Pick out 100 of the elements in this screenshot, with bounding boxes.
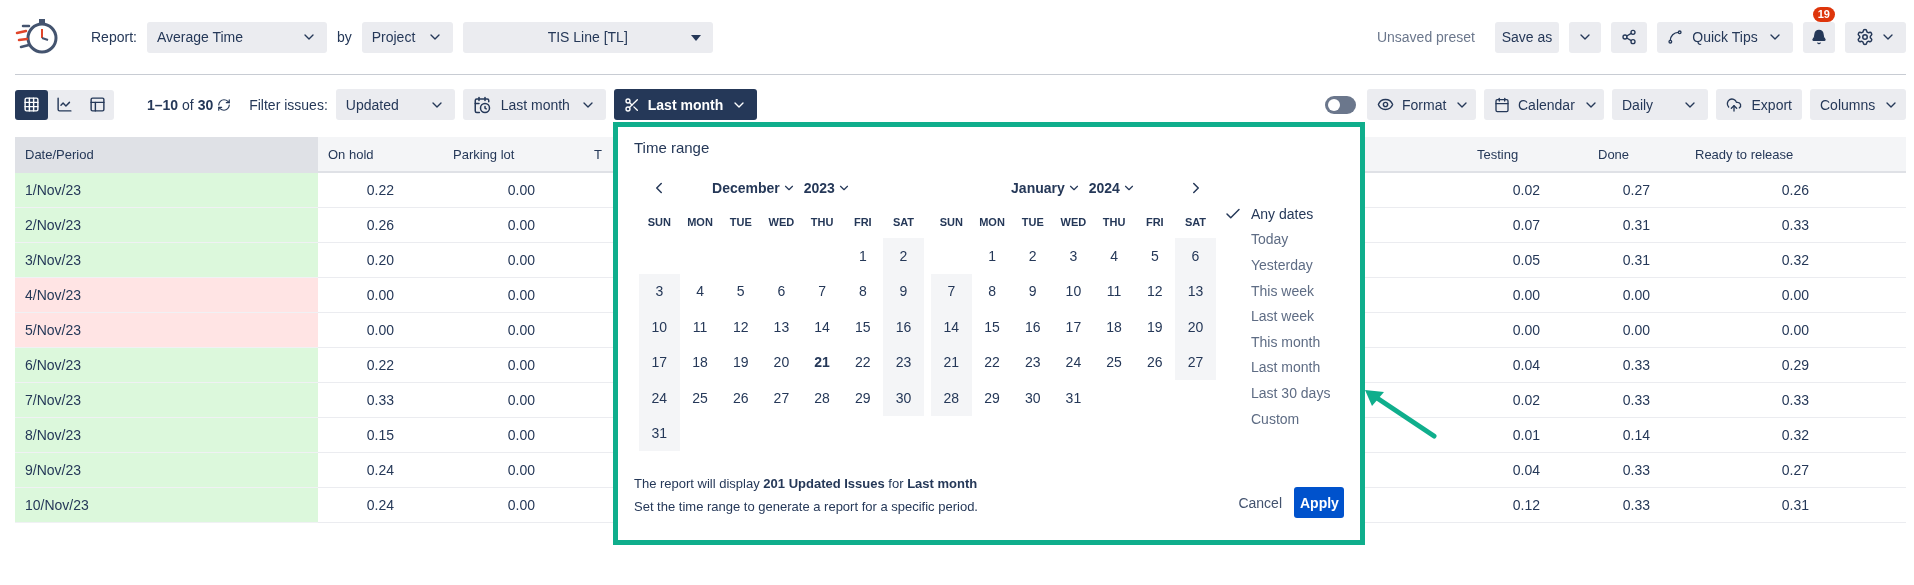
calendar-day[interactable]: 5	[720, 273, 762, 309]
calendar-day[interactable]: 8	[842, 273, 884, 309]
view-button[interactable]	[15, 89, 48, 120]
year-selector[interactable]: 2023	[803, 180, 851, 196]
refresh-icon[interactable]	[217, 97, 232, 112]
calendar-day[interactable]: 13	[761, 309, 802, 345]
calendar-day[interactable]: 22	[842, 344, 884, 380]
toggle-switch[interactable]	[1325, 95, 1356, 114]
calendar-day[interactable]: 12	[1134, 273, 1176, 309]
calendar-day[interactable]: 26	[1134, 344, 1176, 380]
calendar-day[interactable]: 14	[801, 309, 843, 345]
calendar-day[interactable]: 20	[761, 344, 802, 380]
preset-option[interactable]: Yesterday	[1224, 252, 1331, 278]
calendar-day[interactable]: 28	[801, 380, 843, 416]
calendar-day[interactable]: 24	[639, 380, 680, 416]
preset-option[interactable]: Any dates	[1224, 201, 1331, 227]
calendar-day[interactable]: 4	[679, 273, 721, 309]
month-selector[interactable]: December	[712, 180, 796, 196]
table-cell: 0.00	[1685, 278, 1906, 313]
calendar-day[interactable]: 13	[1175, 273, 1216, 309]
date-filter-dropdown[interactable]: Last month	[462, 89, 606, 120]
preset-option[interactable]: Today	[1224, 226, 1331, 253]
calendar-day[interactable]: 30	[883, 380, 924, 416]
calendar-day[interactable]: 25	[679, 380, 721, 416]
calendar-day[interactable]: 1	[971, 238, 1013, 274]
month-selector[interactable]: January	[1011, 180, 1081, 196]
preset-option[interactable]: Last month	[1224, 354, 1331, 381]
calendar-day[interactable]: 17	[1053, 309, 1094, 345]
preset-option[interactable]: This month	[1224, 328, 1331, 355]
calendar-day[interactable]: 23	[1012, 344, 1054, 380]
group-by-dropdown[interactable]: Project	[361, 21, 453, 53]
report-type-dropdown[interactable]: Average Time	[146, 21, 327, 53]
export-button[interactable]: Export	[1716, 89, 1802, 120]
calendar-day[interactable]: 5	[1134, 238, 1176, 274]
preset-option[interactable]: This week	[1224, 277, 1331, 304]
calendar-day[interactable]: 6	[761, 273, 802, 309]
interval-dropdown[interactable]: Daily	[1612, 89, 1708, 120]
calendar-day[interactable]: 28	[931, 380, 972, 416]
format-button[interactable]: Format	[1367, 89, 1476, 120]
settings-button[interactable]	[1845, 21, 1906, 53]
table-cell: 0.32	[1685, 418, 1906, 453]
calendar-day[interactable]: 19	[1134, 309, 1176, 345]
calendar-day[interactable]: 10	[639, 309, 680, 345]
calendar-day[interactable]: 18	[1093, 309, 1135, 345]
calendar-day[interactable]: 25	[1093, 344, 1135, 380]
year-selector[interactable]: 2024	[1088, 180, 1136, 196]
calendar-day[interactable]: 3	[639, 273, 680, 309]
apply-button[interactable]: Apply	[1294, 487, 1344, 518]
calendar-day[interactable]: 22	[971, 344, 1013, 380]
calendar-day[interactable]: 29	[842, 380, 884, 416]
calendar-day[interactable]: 19	[720, 344, 762, 380]
calendar-day[interactable]: 26	[720, 380, 762, 416]
filter-dropdown[interactable]: Updated	[335, 89, 455, 120]
calendar-day[interactable]: 3	[1053, 238, 1094, 274]
calendar-day[interactable]: 9	[883, 273, 924, 309]
quick-tips-button[interactable]: Quick Tips	[1657, 21, 1793, 53]
calendar-day[interactable]: 2	[1012, 238, 1054, 274]
calendar-day[interactable]: 17	[639, 344, 680, 380]
scope-dropdown[interactable]: TIS Line [TL]	[462, 21, 713, 53]
calendar-day[interactable]: 2	[883, 238, 924, 274]
save-as-button[interactable]: Save as	[1495, 21, 1559, 53]
calendar-dropdown[interactable]: Calendar	[1484, 89, 1604, 120]
calendar-day[interactable]: 12	[720, 309, 762, 345]
weekday-label: WED	[1059, 214, 1088, 230]
calendar-day[interactable]: 31	[1053, 380, 1094, 416]
columns-dropdown[interactable]: Columns	[1810, 89, 1906, 120]
preset-option[interactable]: Last week	[1224, 303, 1331, 329]
calendar-day[interactable]: 9	[1012, 273, 1054, 309]
calendar-day[interactable]: 16	[1012, 309, 1054, 345]
calendar-day[interactable]: 6	[1175, 238, 1216, 274]
calendar-day[interactable]: 20	[1175, 309, 1216, 345]
more-button[interactable]	[1569, 21, 1601, 53]
calendar-day[interactable]: 18	[679, 344, 721, 380]
calendar-day[interactable]: 21	[931, 344, 972, 380]
calendar-day[interactable]: 14	[931, 309, 972, 345]
cancel-button[interactable]: Cancel	[1238, 494, 1282, 511]
calendar-day[interactable]: 8	[971, 273, 1013, 309]
calendar-day[interactable]: 4	[1093, 238, 1135, 274]
calendar-day[interactable]: 15	[971, 309, 1013, 345]
calendar-day[interactable]: 7	[931, 273, 972, 309]
preset-option[interactable]: Custom	[1224, 405, 1331, 432]
calendar-day[interactable]: 27	[761, 380, 802, 416]
calendar-day[interactable]: 7	[801, 273, 843, 309]
calendar-day[interactable]: 23	[883, 344, 924, 380]
calendar-day[interactable]: 30	[1012, 380, 1054, 416]
calendar-day[interactable]: 27	[1175, 344, 1216, 380]
calendar-day[interactable]: 1	[842, 238, 884, 274]
calendar-day[interactable]: 29	[971, 380, 1013, 416]
calendar-day[interactable]: 21	[801, 344, 843, 380]
time-range-button[interactable]: Last month	[613, 89, 757, 120]
calendar-day[interactable]: 15	[842, 309, 884, 345]
calendar-day[interactable]: 24	[1053, 344, 1094, 380]
calendar-day[interactable]: 10	[1053, 273, 1094, 309]
calendar-day[interactable]: 16	[883, 309, 924, 345]
calendar-day[interactable]: 11	[1093, 273, 1135, 309]
preset-option[interactable]: Last 30 days	[1224, 380, 1331, 406]
calendar-day[interactable]: 31	[639, 415, 680, 451]
share-button[interactable]	[1611, 21, 1647, 53]
notifications-button[interactable]	[1803, 21, 1835, 53]
calendar-day[interactable]: 11	[679, 309, 721, 345]
